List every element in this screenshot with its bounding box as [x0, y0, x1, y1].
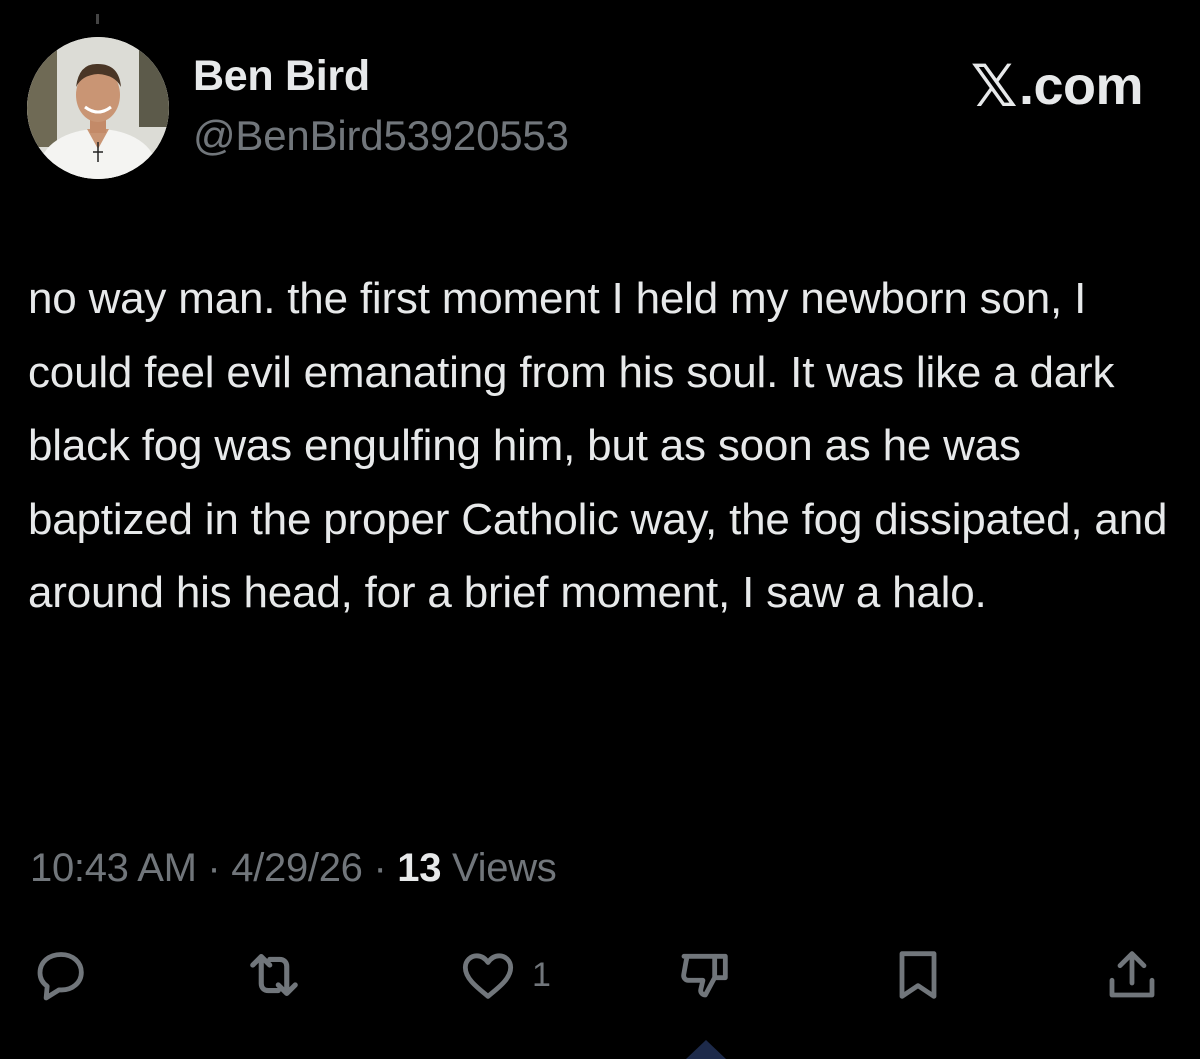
scroll-caret-indicator — [686, 1040, 726, 1059]
views-count: 13 — [397, 846, 442, 890]
share-button[interactable] — [1100, 940, 1164, 1010]
avatar-image — [27, 37, 169, 179]
tweet-text: no way man. the first moment I held my n… — [28, 274, 1168, 617]
action-bar: 1 — [0, 940, 1200, 1010]
reply-button[interactable] — [28, 940, 92, 1010]
repost-icon — [250, 954, 298, 996]
x-logo-icon: 𝕏 — [970, 54, 1018, 119]
tweet-date[interactable]: 4/29/26 — [231, 846, 363, 890]
share-icon — [1109, 951, 1155, 998]
like-count: 1 — [532, 955, 551, 994]
author-handle[interactable]: @BenBird53920553 — [193, 112, 569, 160]
heart-icon — [462, 953, 514, 999]
like-button[interactable]: 1 — [456, 940, 551, 1010]
thumbs-down-icon — [681, 953, 728, 998]
status-dot — [96, 14, 99, 24]
repost-button[interactable] — [240, 940, 308, 1010]
tweet-meta: 10:43 AM · 4/29/26 · 13 Views — [30, 846, 557, 891]
avatar[interactable] — [27, 37, 169, 179]
author-display-name[interactable]: Ben Bird — [193, 52, 370, 101]
brand-label: .com — [1018, 56, 1144, 116]
x-com-watermark: 𝕏 .com — [970, 52, 1144, 120]
bookmark-icon — [899, 951, 937, 999]
tweet-screenshot: Ben Bird @BenBird53920553 𝕏 .com no way … — [0, 0, 1200, 1059]
views-label: Views — [441, 846, 557, 890]
meta-separator-2: · — [362, 846, 398, 890]
meta-separator-1: · — [196, 846, 232, 890]
reply-icon — [37, 952, 84, 1001]
dislike-button[interactable] — [672, 940, 736, 1010]
bookmark-button[interactable] — [886, 940, 950, 1010]
tweet-time[interactable]: 10:43 AM — [30, 846, 197, 890]
